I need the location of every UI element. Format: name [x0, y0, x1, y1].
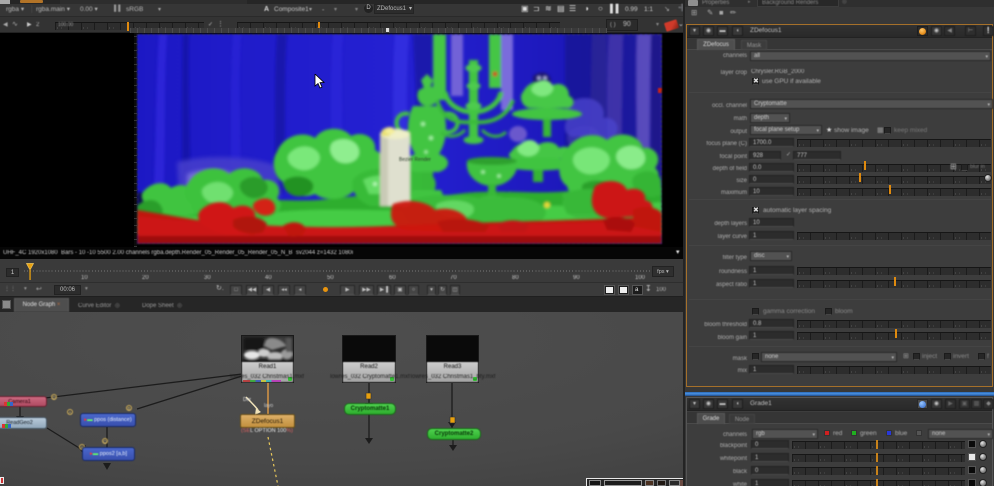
- svg-text:Bezier Render: Bezier Render: [399, 157, 431, 163]
